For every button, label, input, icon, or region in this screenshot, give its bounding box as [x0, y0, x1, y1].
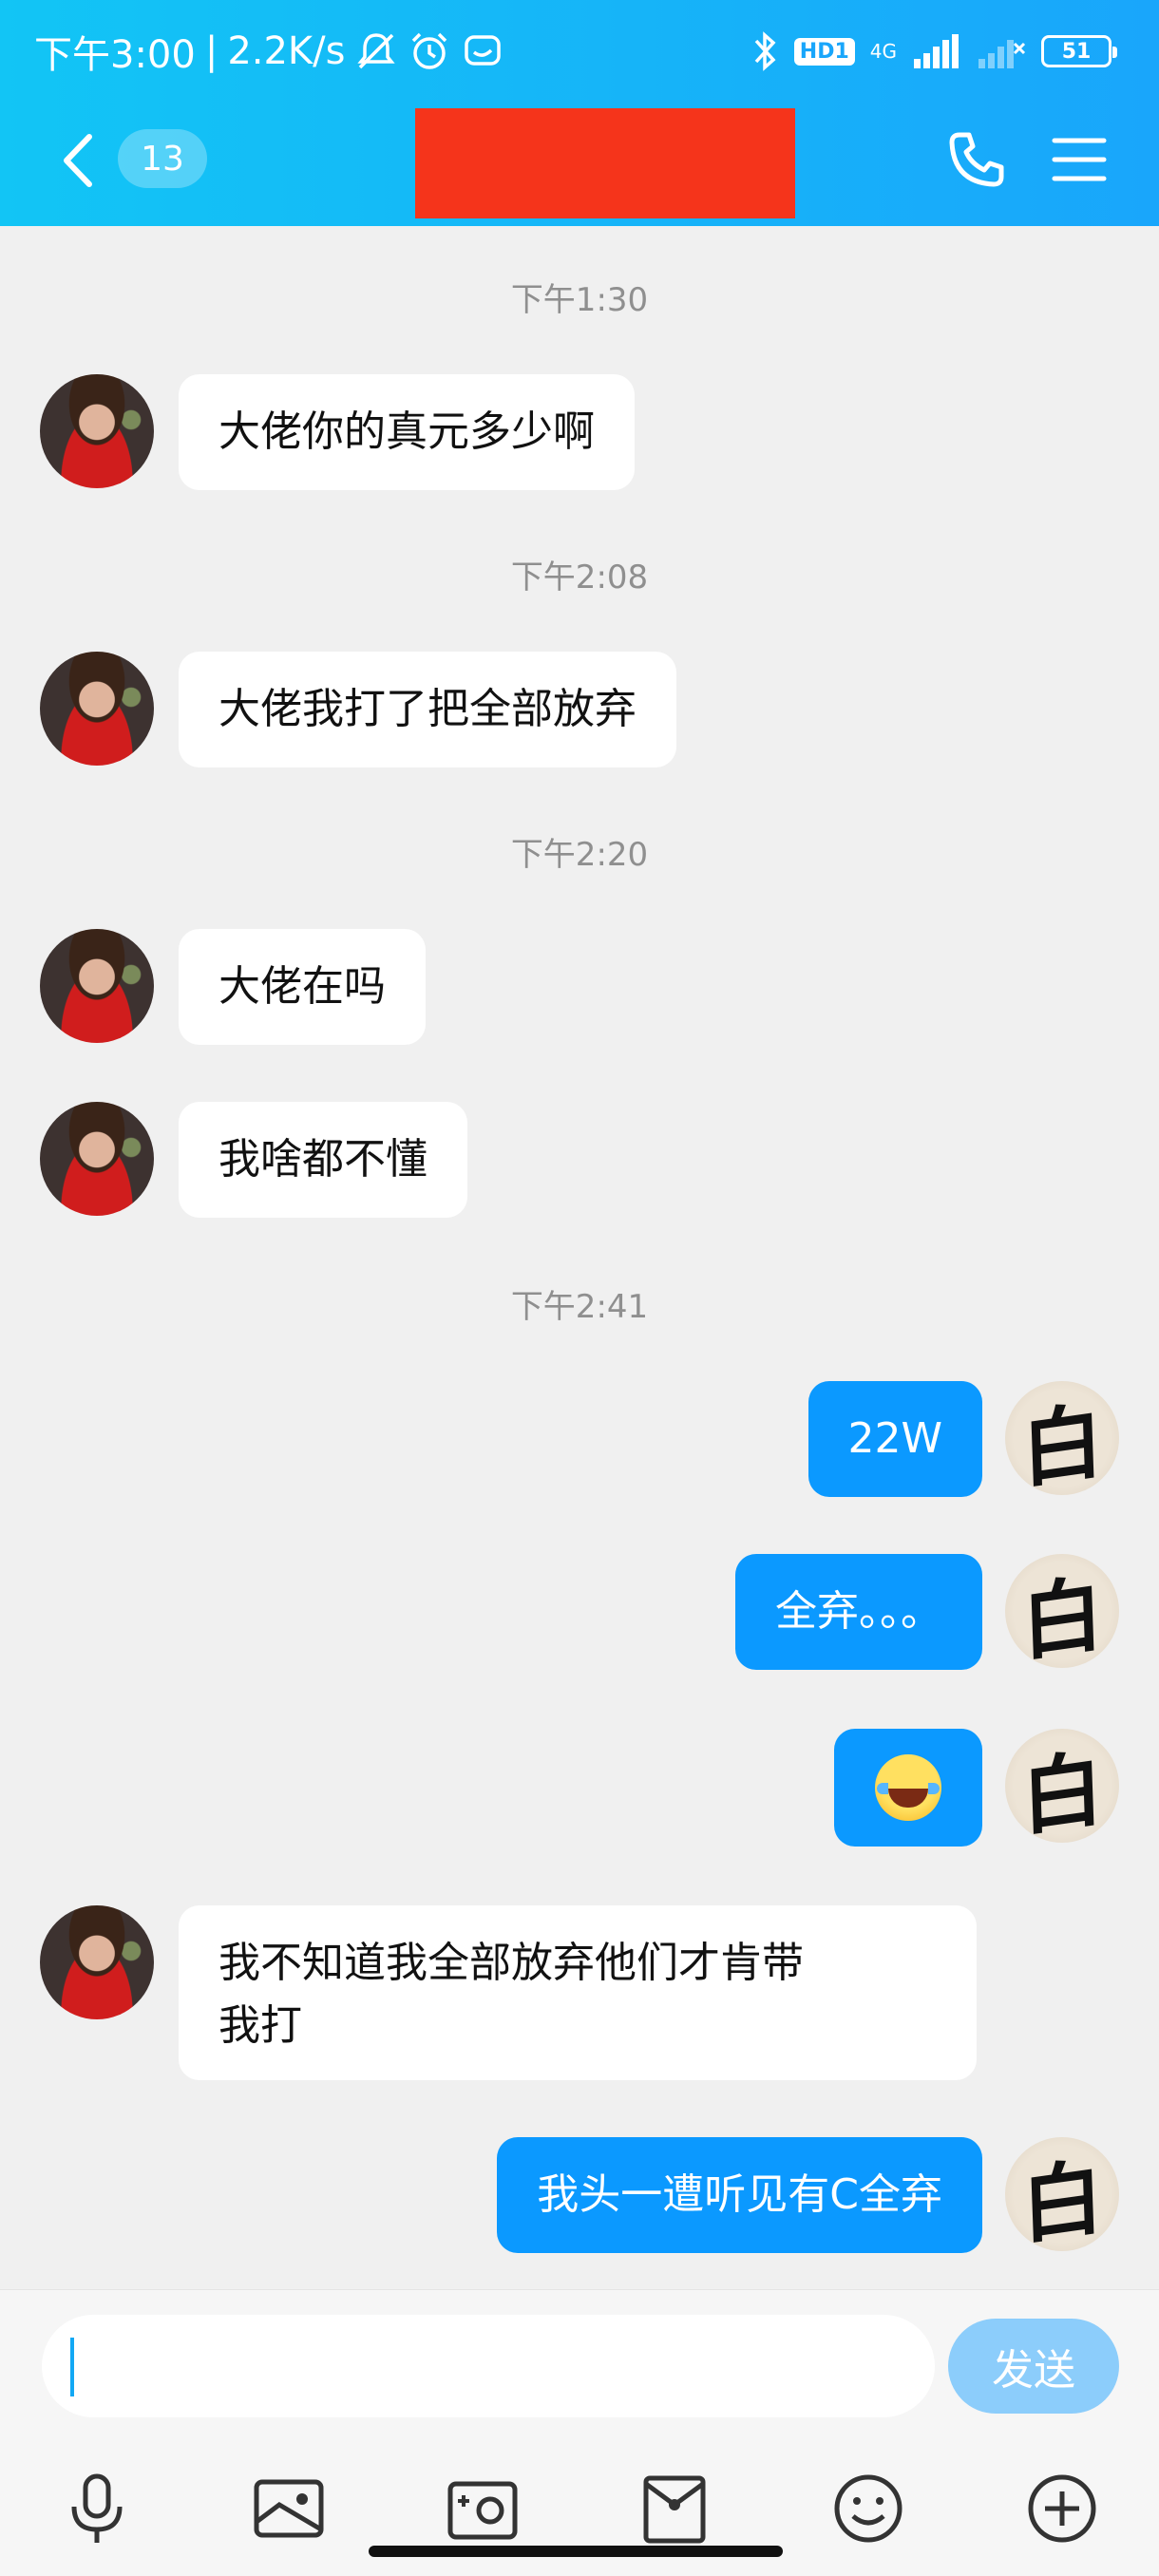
mute-bell-icon — [357, 33, 396, 69]
unread-count: 13 — [141, 139, 184, 179]
home-indicator[interactable] — [369, 2546, 783, 2557]
phone-call-icon[interactable] — [946, 129, 1007, 190]
message-text: 我头一遭听见有C全弃 — [537, 2170, 942, 2219]
status-time: 下午3:00 — [34, 33, 196, 77]
camera-icon[interactable] — [445, 2471, 521, 2547]
status-divider: | — [204, 29, 218, 73]
signal-strength-icon — [914, 34, 959, 68]
message-bubble-incoming[interactable]: 我啥都不懂 — [179, 1102, 467, 1218]
chat-header: 下午3:00 | 2.2K/s HD1 4G 51 13 — [0, 0, 1159, 226]
message-bubble-incoming[interactable]: 大佬我打了把全部放弃 — [179, 652, 676, 767]
message-list[interactable]: 下午1:30 大佬你的真元多少啊 下午2:08 大佬我打了把全部放弃 下午2:2… — [0, 226, 1159, 2289]
status-bar: 下午3:00 | 2.2K/s HD1 4G 51 — [0, 0, 1159, 99]
message-bubble-outgoing[interactable]: 全弃。。。 — [735, 1554, 982, 1670]
hd-badge: HD1 — [793, 37, 855, 66]
friend-avatar[interactable] — [40, 1905, 154, 2019]
unread-count-badge[interactable]: 13 — [118, 129, 207, 188]
back-arrow-icon[interactable] — [51, 127, 108, 194]
nav-bar: 13 — [0, 99, 1159, 226]
friend-avatar[interactable] — [40, 1102, 154, 1216]
my-avatar[interactable]: 白 — [1005, 1381, 1119, 1495]
message-input[interactable] — [42, 2315, 935, 2417]
red-packet-icon[interactable] — [636, 2471, 712, 2547]
message-timestamp: 下午2:20 — [510, 836, 649, 874]
status-right: HD1 4G 51 — [752, 25, 1117, 78]
signal-strength-sim2-icon — [978, 40, 1026, 68]
message-text: 大佬我打了把全部放弃 — [218, 685, 636, 733]
friend-avatar[interactable] — [40, 374, 154, 488]
my-avatar[interactable]: 白 — [1005, 1729, 1119, 1843]
network-type: 4G — [869, 40, 897, 63]
message-timestamp: 下午2:08 — [510, 559, 649, 597]
message-bubble-outgoing[interactable] — [834, 1729, 982, 1847]
status-left: 下午3:00 | 2.2K/s — [34, 25, 504, 78]
battery-level: 51 — [1061, 39, 1092, 64]
friend-avatar[interactable] — [40, 929, 154, 1043]
message-text: 全弃。。。 — [775, 1587, 942, 1636]
text-caret — [70, 2338, 74, 2396]
emoji-icon[interactable] — [830, 2471, 906, 2547]
my-avatar-glyph: 白 — [1019, 2148, 1105, 2251]
send-button[interactable]: 发送 — [948, 2319, 1119, 2414]
message-text-line: 我打 — [218, 2001, 302, 2050]
status-net-speed: 2.2K/s — [227, 29, 346, 73]
gallery-icon[interactable] — [251, 2471, 327, 2547]
bluetooth-icon — [754, 31, 776, 71]
message-timestamp: 下午2:41 — [510, 1288, 649, 1326]
contact-name-redacted[interactable] — [415, 108, 795, 218]
my-avatar-glyph: 白 — [1019, 1739, 1105, 1843]
message-timestamp: 下午1:30 — [510, 281, 649, 319]
message-text: 我啥都不懂 — [218, 1135, 428, 1184]
message-text-line: 我不知道我全部放弃他们才肯带 — [218, 1939, 804, 1987]
message-text: 大佬你的真元多少啊 — [218, 407, 595, 456]
battery-indicator: 51 — [1041, 35, 1117, 67]
message-notification-icon — [465, 35, 502, 66]
plus-icon[interactable] — [1024, 2471, 1100, 2547]
menu-icon[interactable] — [1051, 133, 1108, 186]
my-avatar[interactable]: 白 — [1005, 2137, 1119, 2251]
my-avatar[interactable]: 白 — [1005, 1554, 1119, 1668]
alarm-icon — [412, 32, 447, 69]
message-bubble-outgoing[interactable]: 22W — [808, 1381, 982, 1497]
message-bubble-outgoing[interactable]: 我头一遭听见有C全弃 — [497, 2137, 982, 2253]
message-bubble-incoming[interactable]: 大佬在吗 — [179, 929, 426, 1045]
my-avatar-glyph: 白 — [1019, 1392, 1105, 1495]
friend-avatar[interactable] — [40, 652, 154, 766]
tears-of-joy-emoji-icon — [875, 1754, 941, 1821]
input-bar: 发送 — [0, 2289, 1159, 2576]
message-bubble-incoming[interactable]: 大佬你的真元多少啊 — [179, 374, 635, 490]
message-bubble-incoming[interactable]: 我不知道我全部放弃他们才肯带 我打 — [179, 1905, 977, 2080]
my-avatar-glyph: 白 — [1019, 1564, 1105, 1668]
send-button-label: 发送 — [992, 2346, 1075, 2395]
message-text: 22W — [847, 1414, 943, 1463]
message-text: 大佬在吗 — [218, 962, 386, 1011]
microphone-icon[interactable] — [59, 2471, 135, 2547]
